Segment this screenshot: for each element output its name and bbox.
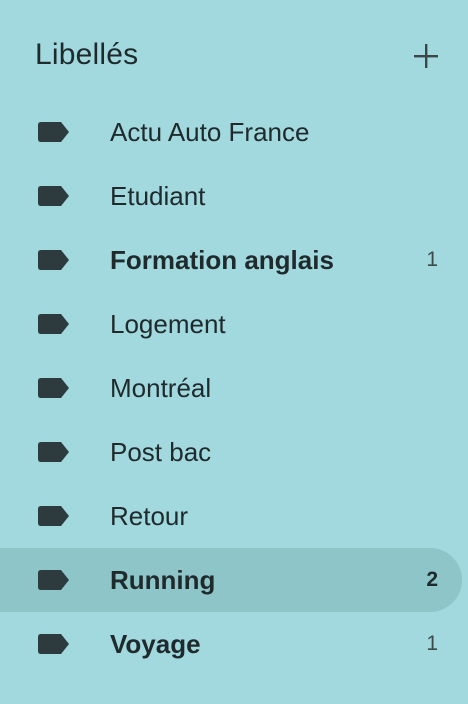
- label-item[interactable]: Montréal: [0, 356, 462, 420]
- label-item[interactable]: Etudiant: [0, 164, 462, 228]
- label-name: Montréal: [110, 373, 212, 403]
- label-tag-icon: [38, 634, 70, 654]
- label-name: Post bac: [110, 437, 212, 467]
- label-item[interactable]: Formation anglais 1: [0, 228, 462, 292]
- label-name: Formation anglais: [110, 245, 334, 275]
- create-label-button[interactable]: [404, 34, 448, 78]
- label-name: Logement: [110, 309, 226, 339]
- label-name: Retour: [110, 501, 189, 531]
- label-item[interactable]: Post bac: [0, 420, 462, 484]
- label-item[interactable]: Retour: [0, 484, 462, 548]
- label-tag-icon: [38, 250, 70, 270]
- label-tag-icon: [38, 314, 70, 334]
- plus-icon: [414, 44, 438, 68]
- label-tag-icon: [38, 506, 70, 526]
- label-tag-icon: [38, 122, 70, 142]
- label-name: Etudiant: [110, 181, 206, 211]
- unread-count: 1: [426, 248, 438, 271]
- labels-header: Libellés: [0, 24, 468, 88]
- label-item[interactable]: Running 2: [0, 548, 462, 612]
- unread-count: 1: [426, 632, 438, 655]
- label-name: Running: [110, 565, 216, 595]
- label-tag-icon: [38, 442, 70, 462]
- label-tag-icon: [38, 186, 70, 206]
- label-item[interactable]: Actu Auto France: [0, 100, 462, 164]
- label-tag-icon: [38, 570, 70, 590]
- label-item[interactable]: Voyage 1: [0, 612, 462, 676]
- label-item[interactable]: Logement: [0, 292, 462, 356]
- labels-panel: Libellés Actu Auto France Etudiant Formati…: [0, 0, 468, 704]
- label-tag-icon: [38, 378, 70, 398]
- label-name: Actu Auto France: [110, 117, 310, 147]
- labels-title: Libellés: [35, 38, 139, 71]
- label-list: Actu Auto France Etudiant Formation anglai…: [0, 100, 468, 676]
- label-name: Voyage: [110, 629, 201, 659]
- unread-count: 2: [426, 568, 438, 591]
